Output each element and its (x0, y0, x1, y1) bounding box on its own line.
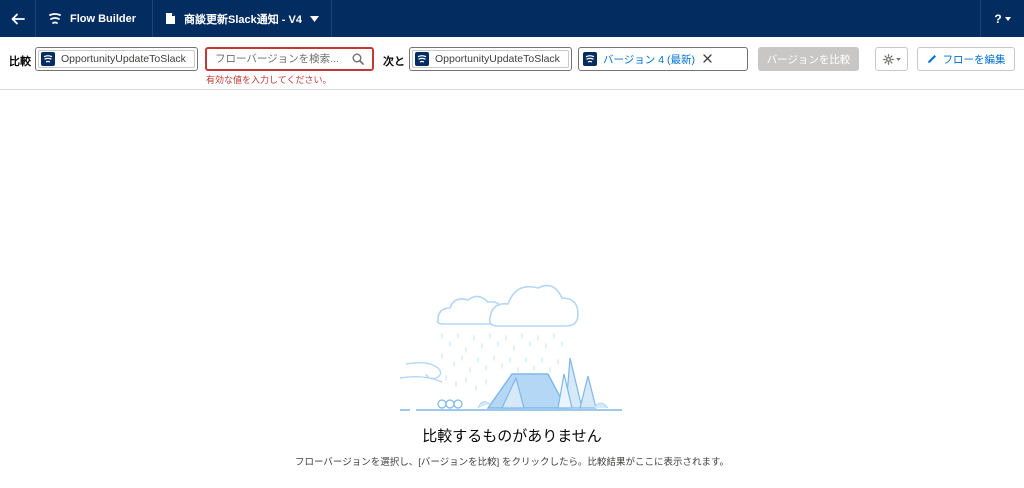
document-icon (166, 13, 175, 24)
app-header: Flow Builder 商談更新Slack通知 - V4 ? (0, 0, 1024, 37)
version-b-selector[interactable]: バージョン 4 (最新) (578, 47, 748, 71)
search-icon (352, 53, 364, 65)
settings-menu-button[interactable] (875, 47, 908, 71)
caret-down-icon (895, 57, 901, 61)
flow-icon (415, 52, 429, 66)
app-brand: Flow Builder (36, 0, 153, 37)
edit-flow-button[interactable]: フローを編集 (917, 47, 1015, 71)
version-search-input[interactable] (215, 53, 352, 65)
pencil-icon (927, 55, 936, 63)
flow-b-name: OpportunityUpdateToSlack (435, 53, 560, 65)
back-button[interactable] (0, 0, 36, 37)
with-label: 次と (383, 56, 405, 68)
clear-version-button[interactable] (703, 52, 712, 66)
close-icon (703, 54, 712, 63)
empty-state-illustration (399, 284, 622, 411)
compare-toolbar: 比較 OpportunityUpdateToSlack 有効な値を入力してくださ… (0, 37, 1024, 90)
search-error-message: 有効な値を入力してください。 (206, 75, 332, 85)
arrow-left-icon (11, 13, 25, 24)
gear-icon (882, 53, 894, 65)
empty-state-description: フローバージョンを選択し、[バージョンを比較] をクリックしたら。比較結果がここ… (295, 457, 729, 468)
help-icon: ? (994, 11, 1002, 26)
flow-a-selector[interactable]: OpportunityUpdateToSlack (35, 47, 198, 71)
empty-state-title: 比較するものがありません (422, 428, 602, 445)
flow-logo-icon (49, 12, 61, 24)
flow-a-name: OpportunityUpdateToSlack (61, 53, 186, 65)
compare-label: 比較 (9, 56, 31, 68)
compare-versions-button[interactable]: バージョンを比較 (758, 47, 859, 71)
version-search-field[interactable] (205, 47, 374, 71)
caret-down-icon (1004, 16, 1011, 21)
flow-icon (41, 52, 55, 66)
flow-b-selector[interactable]: OpportunityUpdateToSlack (409, 47, 572, 71)
edit-flow-label: フローを編集 (942, 53, 1006, 66)
flow-icon (583, 52, 597, 66)
brand-name: Flow Builder (70, 12, 136, 25)
version-b-label: バージョン 4 (最新) (603, 53, 695, 66)
caret-down-icon (309, 15, 319, 22)
flow-title-menu[interactable]: 商談更新Slack通知 - V4 (153, 0, 332, 37)
help-menu-button[interactable]: ? (980, 0, 1024, 37)
flow-title: 商談更新Slack通知 - V4 (184, 13, 302, 26)
